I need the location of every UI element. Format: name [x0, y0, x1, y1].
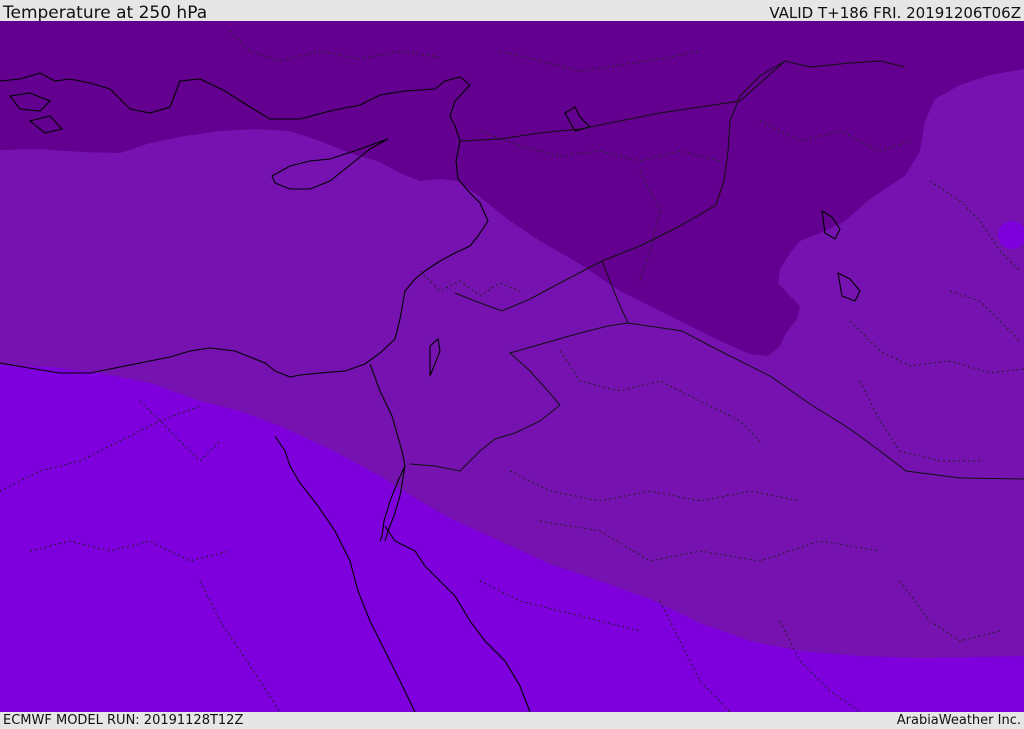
map-title: Temperature at 250 hPa: [3, 3, 208, 23]
map-svg: [0, 21, 1024, 712]
weather-map[interactable]: [0, 21, 1024, 712]
footer-bar: ECMWF MODEL RUN: 20191128T12Z ArabiaWeat…: [0, 712, 1024, 729]
header-bar: Temperature at 250 hPa VALID T+186 FRI. …: [0, 0, 1024, 23]
valid-time: VALID T+186 FRI. 20191206T06Z: [769, 4, 1021, 22]
model-run: ECMWF MODEL RUN: 20191128T12Z: [3, 713, 244, 728]
credit: ArabiaWeather Inc.: [896, 713, 1021, 728]
